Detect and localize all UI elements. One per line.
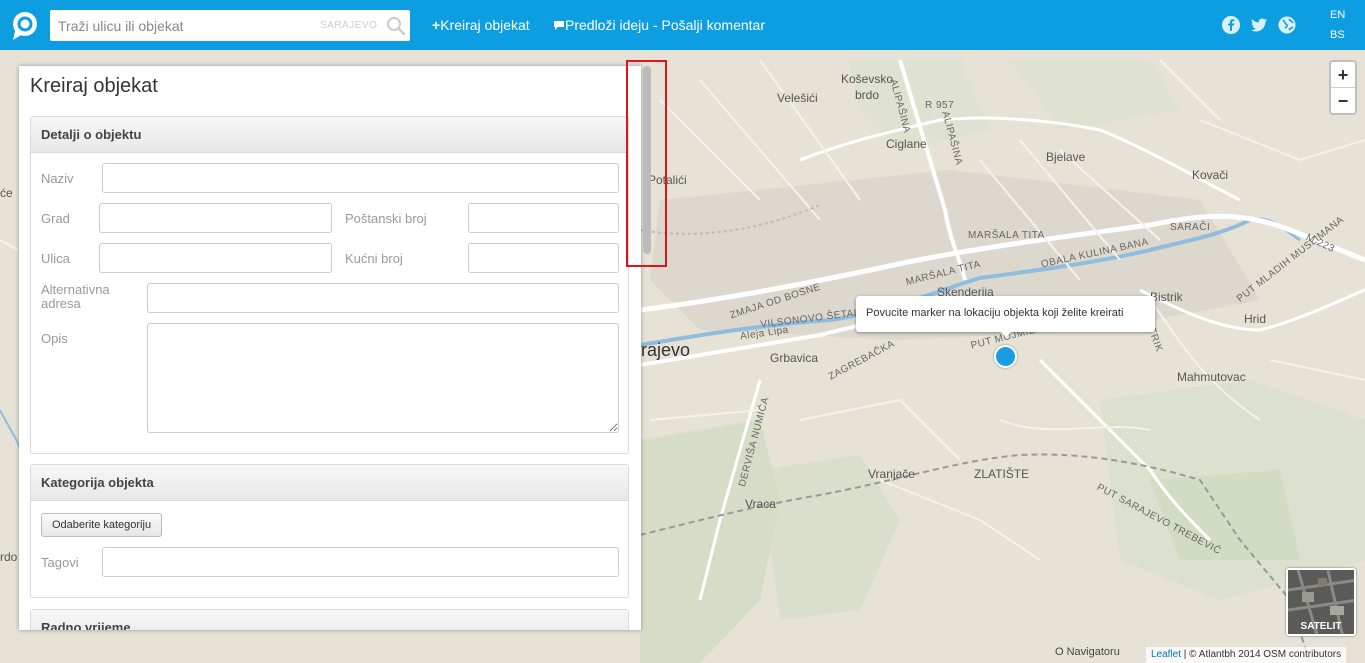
- language-en[interactable]: EN: [1330, 9, 1345, 21]
- section-working-hours-heading[interactable]: Radno vrijeme: [31, 610, 628, 630]
- satellite-label: SATELIT: [1300, 621, 1342, 632]
- alternativna-adresa-label: Alternativna adresa: [41, 283, 110, 311]
- map-label-vraca: Vraca: [745, 497, 776, 511]
- section-working-hours: Radno vrijeme: [30, 609, 629, 630]
- naziv-input[interactable]: [102, 163, 619, 193]
- section-object-category: Kategorija objekta Odaberite kategoriju …: [30, 464, 629, 598]
- kucni-broj-input[interactable]: [468, 243, 619, 273]
- scrollbar-highlight-box: [626, 60, 667, 267]
- facebook-icon[interactable]: [1222, 16, 1240, 34]
- map-label-zlatiste: ZLATIŠTE: [974, 467, 1030, 481]
- map-label-kovaci: Kovači: [1192, 168, 1229, 182]
- create-object-label: Kreiraj objekat: [440, 17, 530, 33]
- map-label-ciglane: Ciglane: [886, 137, 927, 151]
- kucni-broj-label: Kućni broj: [345, 251, 403, 266]
- top-navigation-bar: SARAJEVO +Kreiraj objekat Predloži ideju…: [0, 0, 1365, 50]
- twitter-icon[interactable]: [1250, 16, 1268, 34]
- alternativna-adresa-label-line2: adresa: [41, 296, 81, 311]
- ulica-input[interactable]: [99, 243, 332, 273]
- map-label-marsala-1: MARŠALA TITA: [968, 230, 1045, 241]
- attribution-text: | © Atlantbh 2014 OSM contributors: [1181, 649, 1342, 660]
- map-label-velesici: Velešići: [777, 91, 818, 105]
- location-marker[interactable]: [994, 345, 1017, 368]
- naziv-label: Naziv: [41, 171, 74, 186]
- opis-label: Opis: [41, 331, 68, 346]
- panel-title: Kreiraj objekat: [30, 75, 158, 97]
- zoom-in-button[interactable]: +: [1331, 62, 1355, 88]
- alternativna-adresa-label-line1: Alternativna: [41, 282, 110, 297]
- section-object-category-heading[interactable]: Kategorija objekta: [31, 465, 628, 501]
- map-label-left-sce: će: [0, 186, 13, 200]
- map-label-grbavica: Grbavica: [770, 351, 819, 365]
- search-icon[interactable]: [386, 16, 406, 36]
- map-label-sarajevo: rajevo: [641, 340, 691, 360]
- leaflet-link[interactable]: Leaflet: [1151, 649, 1181, 660]
- alternativna-adresa-input[interactable]: [147, 283, 619, 313]
- comment-icon: [554, 21, 564, 30]
- map-label-left-rdo: rdo: [0, 550, 18, 564]
- tagovi-label: Tagovi: [41, 555, 79, 570]
- create-object-panel: Kreiraj objekat Detalji o objektu Naziv …: [19, 66, 641, 630]
- map-label-kosevsko: Koševsko: [841, 72, 894, 86]
- marker-tooltip: Povucite marker na lokaciju objekta koji…: [856, 296, 1155, 332]
- map-label-hrid: Hrid: [1244, 312, 1267, 326]
- zoom-out-button[interactable]: −: [1331, 88, 1355, 114]
- map-label-mahmutovac: Mahmutovac: [1177, 370, 1246, 384]
- section-object-details-heading[interactable]: Detalji o objektu: [31, 117, 628, 153]
- map-label-saraci: SARAČI: [1170, 222, 1211, 233]
- ulica-label: Ulica: [41, 251, 70, 266]
- about-navigator-link[interactable]: O Navigatoru: [1055, 646, 1120, 658]
- search-input[interactable]: [50, 10, 310, 41]
- satellite-toggle-button[interactable]: SATELIT: [1286, 568, 1356, 636]
- search-city-label: SARAJEVO: [320, 20, 378, 31]
- grad-label: Grad: [41, 211, 70, 226]
- suggest-idea-link[interactable]: Predloži ideju - Pošalji komentar: [553, 17, 765, 33]
- opis-textarea[interactable]: [147, 323, 619, 433]
- map-attribution: Leaflet | © Atlantbh 2014 OSM contributo…: [1146, 647, 1347, 663]
- postanski-broj-input[interactable]: [468, 203, 619, 233]
- map-label-r957: R 957: [925, 100, 955, 111]
- search-box: SARAJEVO: [50, 10, 410, 41]
- map-label-bjelave: Bjelave: [1046, 150, 1086, 164]
- plus-icon: +: [432, 17, 441, 33]
- app-logo-icon[interactable]: [11, 11, 39, 41]
- language-bs[interactable]: BS: [1330, 29, 1345, 41]
- map-label-vranjace: Vranjače: [868, 467, 915, 481]
- zoom-control: + −: [1329, 60, 1357, 115]
- suggest-idea-label: Predloži ideju - Pošalji komentar: [565, 17, 765, 33]
- postanski-broj-label: Poštanski broj: [345, 211, 427, 226]
- tagovi-input[interactable]: [102, 547, 619, 577]
- section-object-details: Detalji o objektu Naziv Grad Poštanski b…: [30, 116, 629, 454]
- globe-icon[interactable]: [1278, 16, 1296, 34]
- map-label-brdo: brdo: [855, 88, 880, 102]
- grad-input[interactable]: [99, 203, 332, 233]
- create-object-link[interactable]: +Kreiraj objekat: [432, 17, 530, 33]
- marker-tooltip-arrow: [1000, 331, 1012, 337]
- choose-category-button[interactable]: Odaberite kategoriju: [41, 513, 163, 537]
